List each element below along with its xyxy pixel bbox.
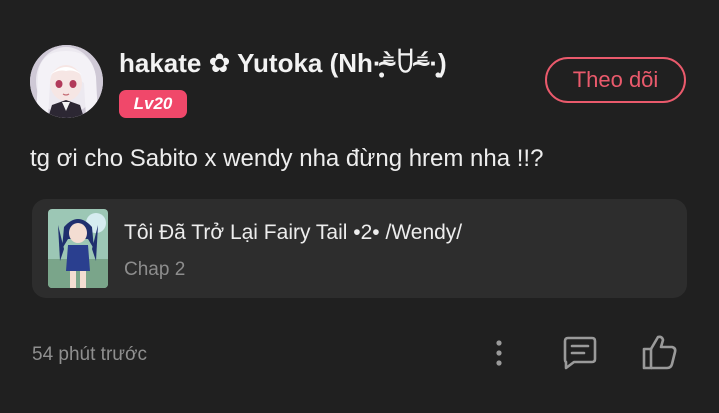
comment-text: tg ơi cho Sabito x wendy nha đừng hrem n… [30,145,544,172]
timestamp: 54 phút trước [32,344,147,365]
story-chapter[interactable]: Chap 2 [124,257,185,283]
story-card[interactable]: Tôi Đã Trở Lại Fairy Tail •2• /Wendy/ Ch… [32,199,687,298]
follow-button[interactable]: Theo dõi [545,57,686,103]
anime-girl-avatar-image [30,45,103,118]
more-vertical-icon[interactable] [487,337,511,369]
level-badge: Lv20 [119,90,187,118]
story-title[interactable]: Tôi Đã Trở Lại Fairy Tail •2• /Wendy/ [124,219,462,247]
thumbs-up-icon[interactable] [640,333,678,371]
username[interactable]: hakate ✿ Yutoka (Nh·̩̩̥͙⁼̴̀ꇴ⁼̴́·̩̩̥͙) [119,46,447,80]
message-square-icon[interactable] [560,335,598,371]
story-cover-image [48,209,108,288]
story-cover [48,209,108,288]
avatar[interactable] [30,45,103,118]
